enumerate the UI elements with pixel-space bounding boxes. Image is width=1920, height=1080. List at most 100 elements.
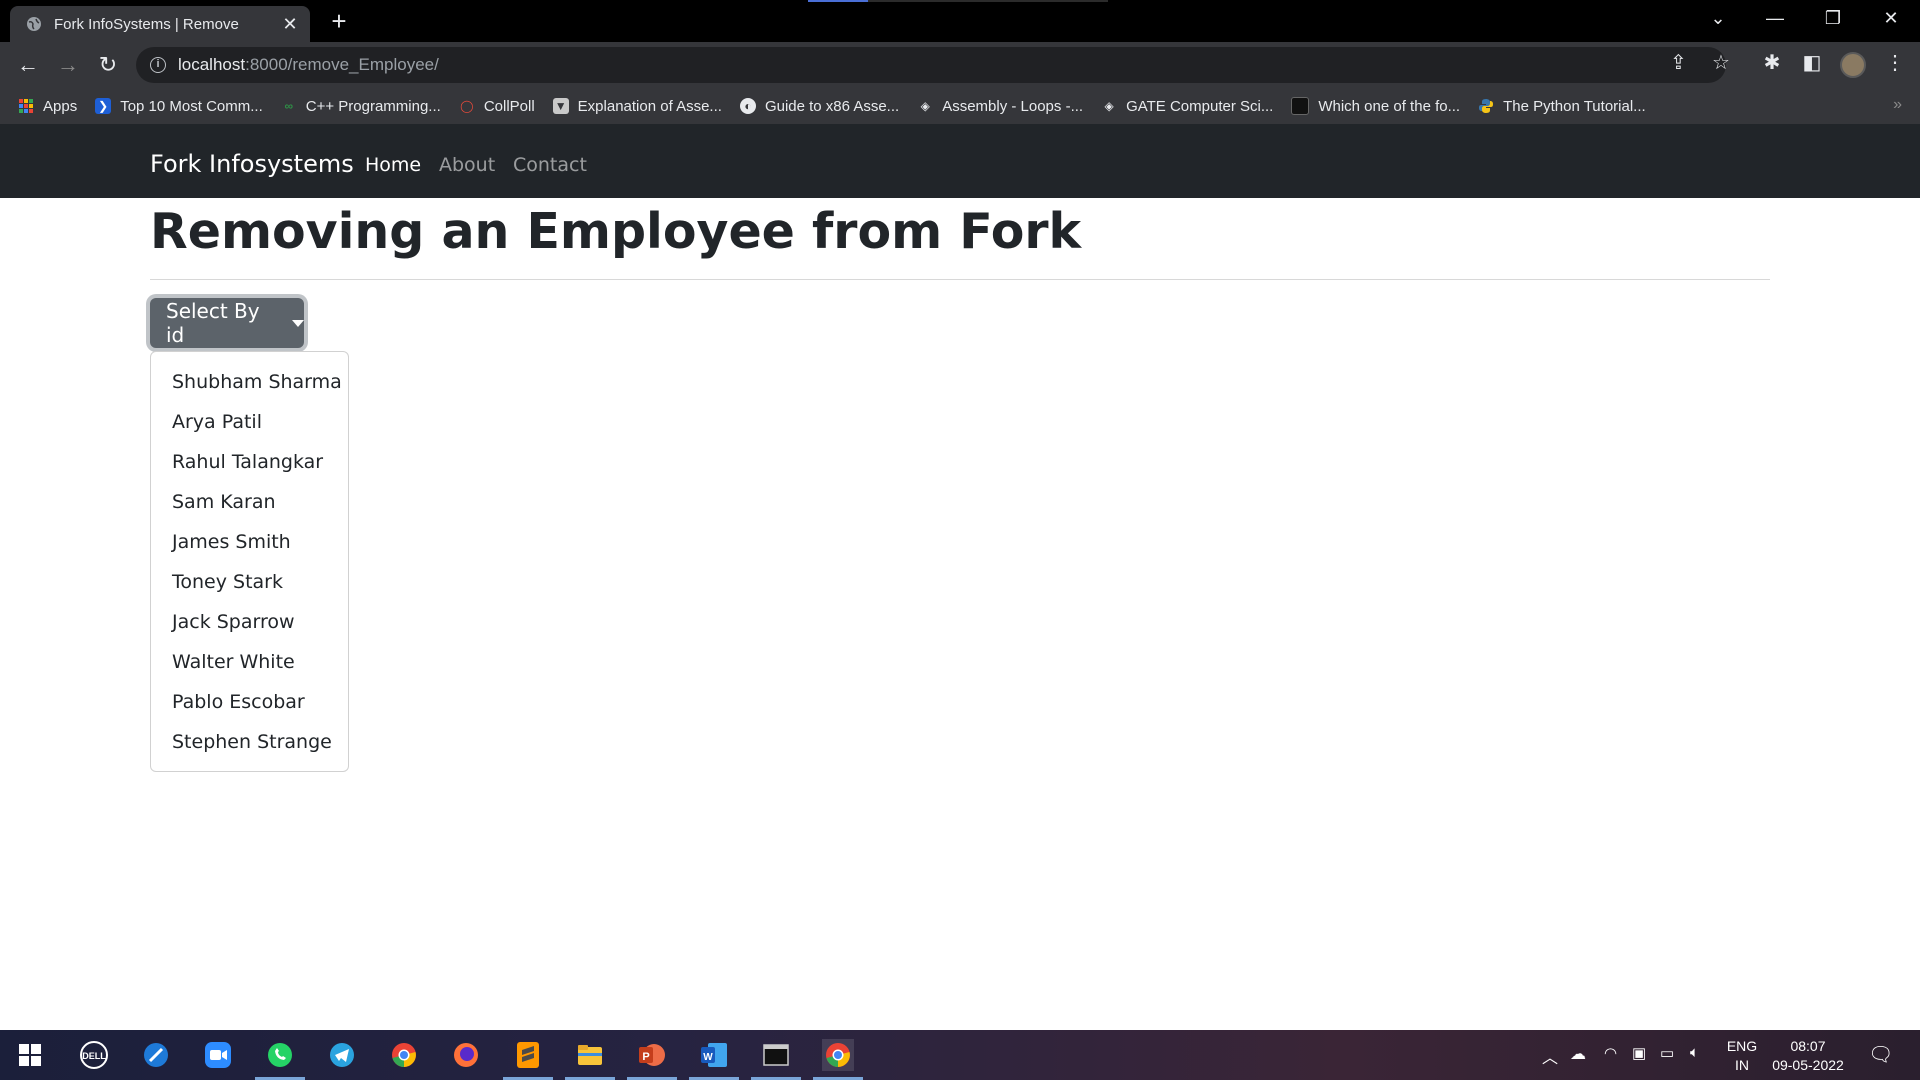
extensions-icon[interactable]: ✱ bbox=[1757, 50, 1787, 75]
share-icon[interactable]: ⇪ bbox=[1670, 50, 1687, 75]
bookmark-label: CollPoll bbox=[483, 97, 535, 115]
doc-icon bbox=[1291, 97, 1310, 115]
dropdown-item[interactable]: Pablo Escobar bbox=[151, 682, 348, 722]
svg-text:P: P bbox=[642, 1051, 649, 1063]
bookmark-item[interactable]: ❯ Top 10 Most Comm... bbox=[95, 98, 263, 115]
close-tab-icon[interactable]: ✕ bbox=[278, 14, 302, 35]
telegram-icon[interactable] bbox=[326, 1039, 358, 1071]
nav-link-home[interactable]: Home bbox=[365, 154, 421, 176]
onedrive-cloud-icon[interactable]: ☁ bbox=[1570, 1044, 1586, 1064]
dropdown-item[interactable]: Stephen Strange bbox=[151, 722, 348, 762]
apps-grid-icon bbox=[18, 98, 34, 114]
python-icon bbox=[1478, 98, 1494, 114]
svg-text:DELL: DELL bbox=[82, 1051, 106, 1061]
minimize-icon[interactable]: — bbox=[1760, 8, 1790, 29]
dropdown-label: Select By id bbox=[166, 299, 260, 347]
windows-start-icon[interactable] bbox=[14, 1039, 46, 1071]
chrome-icon[interactable] bbox=[388, 1039, 420, 1071]
tutorialspoint-icon: ◈ bbox=[1104, 99, 1114, 113]
url-host: localhost bbox=[178, 55, 246, 74]
side-panel-icon[interactable]: ◧ bbox=[1797, 50, 1827, 75]
dropdown-item[interactable]: Walter White bbox=[151, 642, 348, 682]
powerpoint-icon[interactable]: P bbox=[627, 1039, 677, 1080]
dropdown-item[interactable]: Sam Karan bbox=[151, 482, 348, 522]
dropdown-item[interactable]: Shubham Sharma bbox=[151, 362, 348, 402]
zoom-icon[interactable] bbox=[202, 1039, 234, 1071]
divider bbox=[150, 279, 1770, 280]
more-bookmarks-icon[interactable]: » bbox=[1893, 96, 1902, 114]
dropdown-item[interactable]: Arya Patil bbox=[151, 402, 348, 442]
device-icon[interactable]: ▣ bbox=[1632, 1044, 1646, 1062]
clock-time: 08:07 bbox=[1790, 1038, 1826, 1054]
bookmark-item[interactable]: ▼ Explanation of Asse... bbox=[552, 98, 722, 115]
select-by-id-dropdown-button[interactable]: Select By id bbox=[150, 298, 304, 348]
nav-link-contact[interactable]: Contact bbox=[513, 154, 587, 176]
bookmark-label: Assembly - Loops -... bbox=[942, 97, 1084, 115]
address-bar[interactable]: i localhost:8000/remove_Employee/ bbox=[136, 47, 1726, 83]
clock-date: 09-05-2022 bbox=[1772, 1057, 1844, 1073]
browser-tab[interactable]: Fork InfoSystems | Remove ✕ bbox=[10, 6, 310, 42]
bookmark-item[interactable]: Which one of the fo... bbox=[1291, 97, 1460, 115]
bookmark-label: Apps bbox=[43, 97, 78, 115]
bookmark-item[interactable]: ◈ GATE Computer Sci... bbox=[1101, 98, 1273, 115]
bookmark-item[interactable]: The Python Tutorial... bbox=[1478, 98, 1646, 115]
close-window-icon[interactable]: ✕ bbox=[1876, 8, 1906, 29]
bookmark-apps[interactable]: Apps bbox=[18, 98, 77, 115]
browser-icon[interactable] bbox=[140, 1039, 172, 1071]
restore-icon[interactable]: ❐ bbox=[1818, 8, 1848, 29]
bookmark-label: Top 10 Most Comm... bbox=[120, 97, 263, 115]
show-hidden-icons-icon[interactable]: ︿ bbox=[1542, 1044, 1558, 1068]
sublime-icon[interactable] bbox=[503, 1039, 553, 1080]
whatsapp-icon[interactable] bbox=[255, 1039, 305, 1080]
loading-indicator bbox=[808, 0, 1108, 2]
gfg-icon: ∞ bbox=[284, 99, 294, 113]
dropdown-item[interactable]: James Smith bbox=[151, 522, 348, 562]
new-tab-button[interactable]: + bbox=[325, 8, 353, 36]
collpoll-icon: ◯ bbox=[460, 99, 474, 113]
region-code: IN bbox=[1735, 1057, 1749, 1073]
site-icon: ▼ bbox=[552, 98, 569, 114]
volume-icon[interactable]: 🔈︎ bbox=[1690, 1044, 1699, 1061]
reload-icon[interactable]: ↻ bbox=[94, 52, 122, 80]
tab-title: Fork InfoSystems | Remove bbox=[54, 15, 239, 33]
bookmark-label: Guide to x86 Asse... bbox=[764, 97, 900, 115]
language-code: ENG bbox=[1726, 1038, 1758, 1054]
globe-icon: ◐ bbox=[739, 98, 756, 114]
bookmark-label: The Python Tutorial... bbox=[1503, 97, 1646, 115]
navbar-brand[interactable]: Fork Infosystems bbox=[150, 150, 354, 178]
battery-icon[interactable]: ▭ bbox=[1660, 1044, 1674, 1062]
dropdown-menu: Shubham Sharma Arya Patil Rahul Talangka… bbox=[150, 351, 349, 772]
nav-link-about[interactable]: About bbox=[439, 154, 495, 176]
back-icon[interactable]: ← bbox=[14, 52, 42, 80]
input-language-indicator[interactable]: ENG IN bbox=[1724, 1038, 1760, 1073]
dropdown-item[interactable]: Toney Stark bbox=[151, 562, 348, 602]
dropdown-item[interactable]: Jack Sparrow bbox=[151, 602, 348, 642]
site-navbar: Fork Infosystems Home About Contact bbox=[0, 124, 1920, 198]
tab-search-icon[interactable]: ⌄ bbox=[1703, 8, 1733, 29]
browser-toolbar: ← → ↻ i localhost:8000/remove_Employee/ … bbox=[0, 42, 1920, 88]
chrome-active-icon[interactable] bbox=[813, 1039, 863, 1080]
menu-kebab-icon[interactable]: ⋮ bbox=[1880, 50, 1910, 75]
dropdown-item[interactable]: Rahul Talangkar bbox=[151, 442, 348, 482]
clock[interactable]: 08:07 09-05-2022 bbox=[1768, 1038, 1848, 1073]
firefox-icon[interactable] bbox=[450, 1039, 482, 1071]
bookmark-item[interactable]: ◈ Assembly - Loops -... bbox=[917, 97, 1084, 115]
profile-avatar[interactable] bbox=[1840, 52, 1866, 78]
bookmark-item[interactable]: ◯ CollPoll bbox=[459, 98, 535, 115]
word-icon[interactable]: W bbox=[689, 1039, 739, 1080]
forward-icon[interactable]: → bbox=[54, 52, 82, 80]
caret-down-icon bbox=[292, 319, 304, 327]
url-path: :8000/remove_Employee/ bbox=[245, 55, 439, 74]
page-title: Removing an Employee from Fork bbox=[150, 203, 1082, 260]
wifi-icon[interactable]: ◠ bbox=[1604, 1044, 1617, 1062]
tutorialspoint-icon: ◈ bbox=[920, 99, 930, 113]
file-explorer-icon[interactable] bbox=[565, 1039, 615, 1080]
dell-icon[interactable]: DELL bbox=[78, 1039, 110, 1071]
site-info-icon[interactable]: i bbox=[150, 57, 166, 73]
bookmark-item[interactable]: ◐ Guide to x86 Asse... bbox=[739, 97, 900, 115]
terminal-icon[interactable] bbox=[751, 1039, 801, 1080]
windows-taskbar: DELL P W ︿ ☁ ◠ ▣ ▭ 🔈︎ ENG IN 08:07 09-05… bbox=[0, 1030, 1920, 1080]
bookmark-item[interactable]: ∞ C++ Programming... bbox=[281, 98, 440, 115]
bookmark-star-icon[interactable]: ☆ bbox=[1712, 50, 1730, 75]
notifications-icon[interactable]: 🗨︎ bbox=[1868, 1042, 1893, 1067]
